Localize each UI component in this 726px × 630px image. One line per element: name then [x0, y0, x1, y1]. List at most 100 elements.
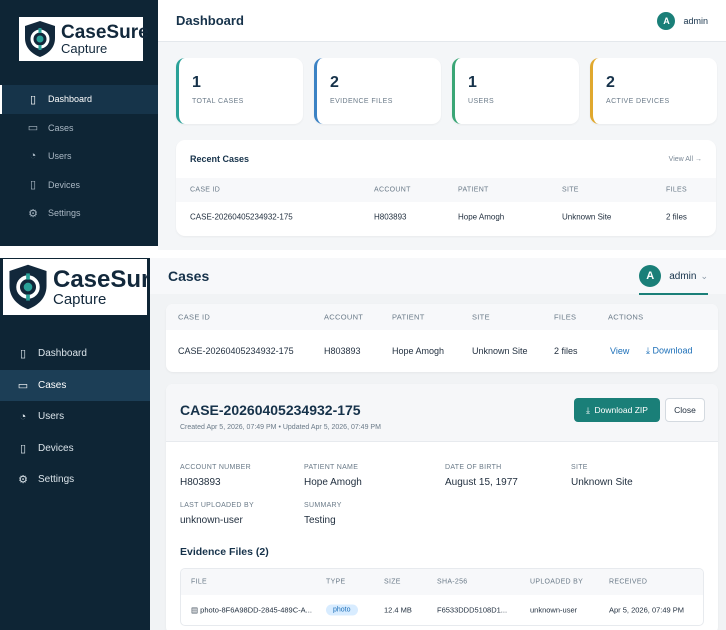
field-label: LAST UPLOADED BY [180, 502, 254, 509]
column-header: ACCOUNT [324, 312, 364, 322]
sidebar-item-label: Users [48, 151, 72, 162]
download-zip-button[interactable]: ⤓ Download ZIP [574, 398, 660, 422]
sidebar-item-cases[interactable]: ▭ Cases [0, 369, 150, 401]
logo[interactable]: CaseSure Capture [18, 16, 149, 62]
column-header: ACTIONS [608, 312, 644, 322]
field-value: Hope Amogh [304, 477, 362, 488]
recent-cases-header: Recent Cases View All → [176, 140, 716, 178]
patient-cell: Hope Amogh [392, 346, 445, 356]
user-name: admin [669, 270, 697, 282]
account-number-field: ACCOUNT NUMBER H803893 [180, 464, 251, 488]
patient-cell: Hope Amogh [458, 212, 505, 222]
shield-logo-icon [9, 264, 47, 310]
folder-icon: ▭ [27, 122, 39, 135]
sidebar-item-label: Dashboard [38, 348, 87, 360]
sidebar-nav: ▯ Dashboard ▭ Cases ◔ Users ▯ Devices ⚙ Setti… [0, 338, 150, 496]
sidebar-item-label: Settings [38, 474, 75, 486]
column-header: SHA-256 [437, 578, 468, 586]
brand-tagline: Capture [53, 290, 107, 308]
sidebar-item-label: Settings [48, 208, 81, 219]
view-link[interactable]: View [610, 346, 629, 356]
column-header: PATIENT [392, 312, 425, 322]
sidebar-item-settings[interactable]: ⚙ Settings [0, 199, 158, 228]
column-header: CASE ID [190, 186, 221, 194]
sidebar: CaseSure Capture ▯ Dashboard ▭ Cases ◔ User… [0, 258, 164, 630]
field-label: SUMMARY [304, 502, 342, 509]
stat-value: 1 [468, 74, 477, 91]
sha-cell: F6533DDD5108D1... [437, 605, 508, 615]
field-value: H803893 [180, 477, 221, 488]
stat-label: USERS [468, 98, 495, 105]
brand-tagline: Capture [61, 41, 108, 56]
evidence-files-title: Evidence Files (2) [180, 546, 269, 558]
summary-field: SUMMARY Testing [304, 502, 342, 526]
stat-value: 2 [330, 74, 339, 91]
chevron-down-icon: ⌄ [700, 270, 708, 281]
brand-name: CaseSure [53, 265, 164, 293]
users-icon: ◔ [19, 410, 27, 423]
sidebar-item-users[interactable]: ◔ Users [0, 142, 158, 171]
site-cell: Unknown Site [472, 346, 528, 356]
sidebar-item-devices[interactable]: ▯ Devices [0, 433, 150, 465]
sidebar-item-settings[interactable]: ⚙ Settings [0, 464, 150, 496]
column-header: FILE [191, 578, 207, 586]
sidebar-item-cases[interactable]: ▭ Cases [0, 114, 158, 143]
main-content: Dashboard A admin 1 TOTAL CASES 2 EVIDEN… [158, 0, 726, 250]
gear-icon: ⚙ [18, 474, 28, 487]
site-field: SITE Unknown Site [571, 464, 633, 488]
case-detail-card: CASE-20260405234932-175 Created Apr 5, 2… [166, 384, 718, 630]
case-detail-header: CASE-20260405234932-175 Created Apr 5, 2… [166, 384, 718, 442]
sidebar-item-dashboard[interactable]: ▯ Dashboard [0, 338, 150, 370]
download-link[interactable]: ⤓ Download [646, 346, 693, 357]
user-menu[interactable]: A admin ⌄ [639, 265, 708, 295]
sidebar-item-label: Cases [38, 379, 67, 391]
field-value: August 15, 1977 [445, 477, 518, 488]
field-value: unknown-user [180, 515, 243, 526]
user-menu[interactable]: A admin [657, 11, 708, 30]
dashboard-screen: CaseSure Capture ▯ Dashboard ▭ Cases ◔ User… [0, 0, 726, 250]
column-header: SITE [562, 186, 579, 194]
table-row[interactable]: CASE-20260405234932-175 H803893 Hope Amo… [166, 330, 718, 372]
field-value: Testing [304, 515, 336, 526]
stat-label: TOTAL CASES [192, 98, 244, 105]
field-label: ACCOUNT NUMBER [180, 464, 251, 471]
table-row[interactable]: CASE-20260405234932-175 H803893 Hope Amo… [176, 202, 716, 232]
stat-value: 1 [192, 74, 201, 91]
view-all-link[interactable]: View All → [669, 156, 702, 163]
field-label: PATIENT NAME [304, 464, 359, 471]
sidebar-nav: ▯ Dashboard ▭ Cases ◔ Users ▯ Devices ⚙ Setti… [0, 85, 158, 228]
bar-chart-icon: ▯ [29, 93, 37, 106]
sidebar-item-dashboard[interactable]: ▯ Dashboard [0, 85, 158, 114]
uploaded-by-cell: unknown-user [530, 605, 578, 615]
column-header: FILES [666, 186, 687, 194]
sidebar-item-devices[interactable]: ▯ Devices [0, 171, 158, 200]
page-title: Dashboard [176, 13, 244, 28]
patient-name-field: PATIENT NAME Hope Amogh [304, 464, 362, 488]
folder-icon: ▭ [17, 379, 29, 392]
close-button[interactable]: Close [665, 398, 705, 422]
sidebar: CaseSure Capture ▯ Dashboard ▭ Cases ◔ User… [0, 0, 158, 246]
download-icon: ⤓ [586, 404, 595, 415]
column-header: SIZE [384, 578, 401, 586]
recent-cases-title: Recent Cases [190, 154, 250, 164]
column-header: CASE ID [178, 312, 211, 322]
site-cell: Unknown Site [562, 212, 612, 222]
table-header: CASE ID ACCOUNT PATIENT SITE FILES [176, 178, 716, 202]
download-label: Download [652, 345, 693, 356]
sidebar-item-label: Devices [48, 179, 81, 190]
case-id-cell: CASE-20260405234932-175 [190, 212, 293, 222]
page-title: Cases [168, 268, 210, 284]
case-detail-subtitle: Created Apr 5, 2026, 07:49 PM • Updated … [180, 424, 381, 431]
file-icon: ▤ [191, 605, 201, 615]
file-cell[interactable]: ▤ photo-8F6A98DD-2845-489C-A... [191, 606, 312, 615]
download-zip-label: Download ZIP [594, 405, 648, 415]
field-value: Unknown Site [571, 477, 633, 488]
cases-table: CASE ID ACCOUNT PATIENT SITE FILES ACTIO… [166, 304, 718, 372]
topbar: Cases A admin ⌄ [150, 258, 726, 295]
logo[interactable]: CaseSure Capture [2, 258, 164, 316]
sidebar-item-label: Cases [48, 122, 74, 133]
cases-screen: CaseSure Capture ▯ Dashboard ▭ Cases ◔ User… [0, 258, 726, 630]
sidebar-item-users[interactable]: ◔ Users [0, 401, 150, 433]
column-header: RECEIVED [609, 578, 648, 586]
table-row[interactable]: ▤ photo-8F6A98DD-2845-489C-A... photo 12… [181, 595, 703, 625]
